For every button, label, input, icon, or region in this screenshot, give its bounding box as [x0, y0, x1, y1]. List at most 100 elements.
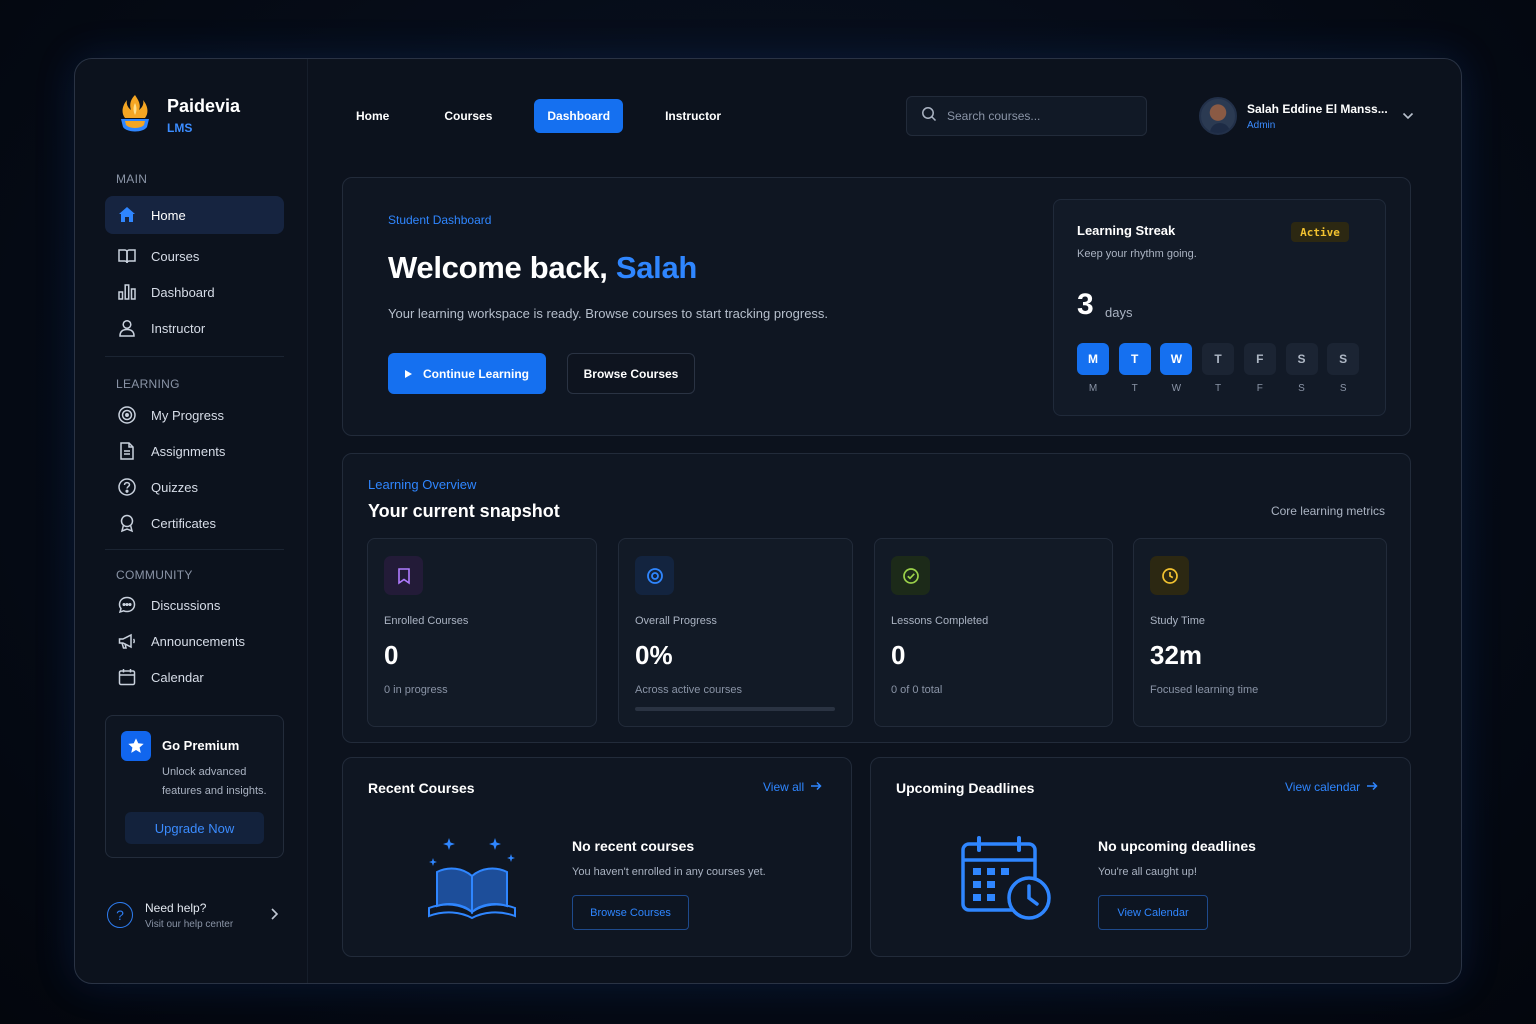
recent-courses-panel: Recent Courses View all No recent course…: [342, 757, 852, 957]
learning-overview-panel: Learning Overview Your current snapshot …: [342, 453, 1411, 743]
tab-instructor[interactable]: Instructor: [652, 99, 734, 133]
arrow-right-icon: [1366, 780, 1378, 794]
stat-label: Lessons Completed: [891, 615, 989, 627]
sidebar-item-label: Certificates: [151, 515, 217, 531]
user-first-name: Salah: [615, 250, 698, 285]
streak-day-label: S: [1298, 383, 1305, 394]
premium-description: Unlock advanced features and insights.: [162, 766, 267, 797]
premium-title: Go Premium: [162, 738, 240, 753]
streak-count: 3: [1077, 288, 1094, 321]
play-icon: [405, 369, 412, 378]
help-title: Need help?: [145, 900, 207, 915]
streak-day-chip: F: [1243, 343, 1276, 375]
continue-learning-button[interactable]: Continue Learning: [388, 353, 546, 394]
user-menu[interactable]: Salah Eddine El Manss... Admin: [1199, 96, 1414, 136]
logo-icon: [121, 95, 149, 132]
sidebar-item-my-progress[interactable]: My Progress: [105, 396, 284, 434]
divider: [105, 549, 284, 550]
sidebar-item-label: Assignments: [151, 443, 226, 459]
sidebar-item-instructor[interactable]: Instructor: [105, 309, 284, 347]
sidebar-item-label: Discussions: [151, 597, 221, 613]
user-icon: [117, 318, 137, 338]
view-calendar-button[interactable]: View Calendar: [1098, 895, 1208, 930]
recent-courses-title: Recent Courses: [368, 780, 475, 796]
search-input[interactable]: [947, 109, 1127, 123]
status-badge: Active: [1291, 222, 1349, 242]
stat-value: 0: [384, 640, 399, 670]
premium-card: Go Premium Unlock advanced features and …: [105, 715, 284, 858]
sidebar-item-quizzes[interactable]: Quizzes: [105, 468, 284, 506]
streak-day-chip: T: [1202, 343, 1235, 375]
target-icon: [635, 556, 674, 595]
sidebar-item-certificates[interactable]: Certificates: [105, 504, 284, 542]
page-title: Welcome back, Salah: [388, 250, 697, 286]
help-icon: ?: [107, 902, 133, 928]
streak-day-chip: S: [1327, 343, 1360, 375]
question-icon: [117, 477, 137, 497]
continue-learning-label: Continue Learning: [423, 366, 529, 381]
section-label-main: MAIN: [116, 172, 148, 186]
stat-card-enrolled: Enrolled Courses 0 0 in progress: [367, 538, 597, 727]
stat-footnote: 0 in progress: [384, 684, 448, 696]
streak-day-label: T: [1215, 383, 1222, 394]
tab-courses[interactable]: Courses: [431, 99, 505, 133]
stat-label: Enrolled Courses: [384, 615, 469, 627]
progress-bar: [635, 707, 835, 711]
view-all-link[interactable]: View all: [763, 780, 822, 794]
streak-day-chip: W: [1160, 343, 1193, 375]
stat-card-lessons: Lessons Completed 0 0 of 0 total: [874, 538, 1113, 727]
sidebar-item-label: Home: [151, 207, 186, 223]
stat-card-progress: Overall Progress 0% Across active course…: [618, 538, 853, 727]
divider: [105, 356, 284, 357]
sidebar-item-dashboard[interactable]: Dashboard: [105, 273, 284, 311]
stat-footnote: Focused learning time: [1150, 684, 1259, 696]
browse-courses-button[interactable]: Browse Courses: [572, 895, 689, 930]
home-icon: [117, 205, 137, 225]
streak-day-label: M: [1088, 383, 1098, 394]
section-label-learning: LEARNING: [116, 377, 180, 391]
sidebar-item-assignments[interactable]: Assignments: [105, 432, 284, 470]
calendar-icon: [117, 667, 137, 687]
help-subtitle: Visit our help center: [145, 918, 234, 930]
sidebar-item-home[interactable]: Home: [105, 196, 284, 234]
sidebar-item-discussions[interactable]: Discussions: [105, 586, 284, 624]
sidebar-item-announcements[interactable]: Announcements: [105, 622, 284, 660]
brand-name: Paidevia: [167, 95, 241, 116]
streak-day-label: S: [1339, 383, 1347, 394]
stat-card-study-time: Study Time 32m Focused learning time: [1133, 538, 1387, 727]
tab-home[interactable]: Home: [343, 99, 402, 133]
search-box[interactable]: [906, 96, 1147, 136]
sidebar-item-courses[interactable]: Courses: [105, 237, 284, 275]
overview-title: Your current snapshot: [368, 501, 560, 521]
user-role: Admin: [1247, 119, 1276, 131]
empty-state-title: No upcoming deadlines: [1098, 838, 1256, 854]
upgrade-now-button[interactable]: Upgrade Now: [125, 812, 264, 844]
help-center-link[interactable]: ? Need help? Visit our help center: [105, 895, 284, 935]
sidebar-item-label: Calendar: [151, 669, 204, 685]
brand-subtitle: LMS: [167, 120, 193, 135]
sidebar-item-calendar[interactable]: Calendar: [105, 658, 284, 696]
calendar-clock-icon: [961, 836, 1051, 920]
streak-day-label: F: [1256, 383, 1263, 394]
brand[interactable]: Paidevia LMS: [117, 93, 240, 137]
overview-kicker: Learning Overview: [368, 477, 477, 492]
streak-subtitle: Keep your rhythm going.: [1077, 248, 1197, 260]
bookmark-icon: [384, 556, 423, 595]
browse-courses-button[interactable]: Browse Courses: [567, 353, 695, 394]
search-icon: [921, 106, 937, 127]
view-all-label: View all: [763, 780, 805, 794]
sidebar-item-label: Announcements: [151, 633, 245, 649]
section-label-community: COMMUNITY: [116, 568, 193, 582]
avatar: [1199, 97, 1237, 135]
streak-day-chip: T: [1118, 343, 1151, 375]
stat-value: 0%: [635, 640, 673, 670]
open-book-icon: [428, 838, 516, 920]
award-icon: [117, 513, 137, 533]
tab-dashboard[interactable]: Dashboard: [534, 99, 624, 133]
stat-footnote: Across active courses: [635, 684, 742, 696]
book-icon: [117, 246, 137, 266]
empty-state-subtitle: You haven't enrolled in any courses yet.: [572, 866, 766, 878]
welcome-panel: Student Dashboard Welcome back, Salah Yo…: [342, 177, 1411, 436]
target-icon: [117, 405, 137, 425]
view-calendar-link[interactable]: View calendar: [1285, 780, 1378, 794]
